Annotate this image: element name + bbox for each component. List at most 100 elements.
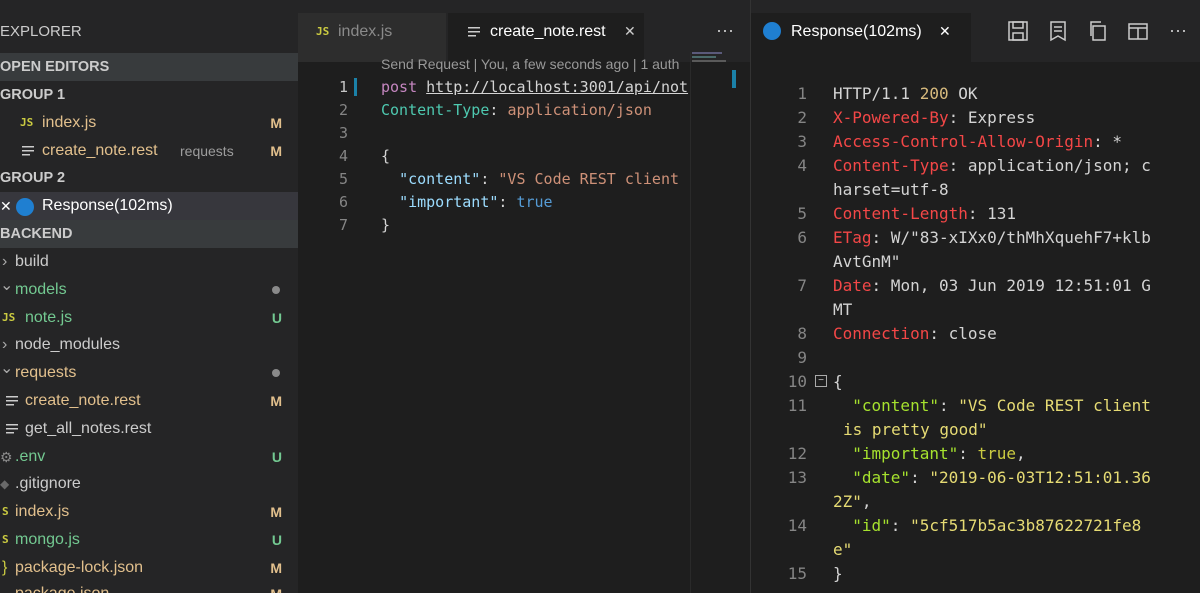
javascript-file-icon: JS — [2, 311, 16, 324]
tree-item-models[interactable]: ⌄ models — [0, 276, 298, 304]
group2-header[interactable]: GROUP 2 — [0, 164, 298, 192]
untracked-badge: U — [271, 449, 282, 465]
header-value: Mon, 03 Jun 2019 12:51:01 G — [881, 276, 1151, 295]
tree-item-mongo-js[interactable]: S mongo.js U — [0, 526, 298, 554]
modified-badge: M — [270, 580, 282, 593]
tab-bar: JS index.js create_note.rest ✕ ··· — [298, 0, 750, 62]
javascript-file-icon: JS — [316, 25, 330, 38]
request-url[interactable]: http://localhost:3001/api/not — [426, 78, 688, 96]
json-boolean: true — [516, 193, 553, 211]
tree-item-label: package-lock.json — [15, 559, 144, 576]
modified-badge: M — [270, 115, 282, 131]
open-editors-label: OPEN EDITORS — [0, 59, 110, 75]
tree-item-label: note.js — [25, 309, 73, 326]
json-string: "VS Code REST client — [498, 170, 680, 188]
tree-item-build[interactable]: › build — [0, 248, 298, 276]
open-editor-index-js[interactable]: JS index.js M — [0, 109, 298, 137]
response-body[interactable]: HTTP/1.1 200 OK X-Powered-By: Express Ac… — [751, 0, 1200, 593]
backend-folder-header[interactable]: BACKEND — [0, 220, 298, 248]
line-number: 5 — [338, 170, 348, 188]
header-value-wrap: AvtGnM" — [833, 252, 901, 271]
open-editor-create-note-rest[interactable]: create_note.rest requests M — [0, 137, 298, 165]
tree-item-index-js[interactable]: S index.js M — [0, 498, 298, 526]
git-modified-gutter — [354, 78, 357, 96]
group2-label: GROUP 2 — [0, 170, 66, 186]
tree-item-package-json[interactable]: package.json M — [0, 580, 298, 593]
header-name: Content-Type — [833, 156, 949, 175]
json-key: "content" — [852, 396, 939, 415]
more-actions-icon[interactable]: ··· — [716, 20, 734, 41]
header-value-wrap: MT — [833, 300, 853, 319]
gear-icon: ⚙ — [0, 449, 13, 465]
tree-item-label: get_all_notes.rest — [25, 420, 152, 437]
close-icon[interactable]: ✕ — [624, 13, 636, 50]
status-text: OK — [948, 84, 978, 103]
line-number: 1 — [338, 78, 348, 96]
json-close-brace: } — [381, 216, 391, 234]
group1-header[interactable]: GROUP 1 — [0, 81, 298, 109]
text-file-icon — [6, 396, 18, 406]
header-value: Express — [958, 108, 1036, 127]
rest-client-icon — [16, 198, 34, 216]
tree-item-package-lock-json[interactable]: } package-lock.json M — [0, 554, 298, 582]
json-key: "important" — [399, 193, 499, 211]
explorer-title: EXPLORER — [0, 23, 82, 40]
tree-item-note-js[interactable]: JS note.js U — [0, 304, 298, 332]
header-value: W/"83-xIXx0/thMhXquehF7+klb — [881, 228, 1151, 247]
editor-group-2-response: Response(102ms) ✕ ··· 1 2 3 4 5 6 7 8 9 … — [750, 0, 1200, 593]
tree-item-label: mongo.js — [15, 531, 80, 548]
status-code: 200 — [919, 84, 949, 103]
open-editors-header[interactable]: OPEN EDITORS — [0, 53, 298, 81]
header-name: Content-Type — [381, 101, 490, 119]
header-value: application/json; c — [958, 156, 1151, 175]
editor-group-1: JS index.js create_note.rest ✕ ··· Send … — [298, 0, 750, 593]
json-file-icon: } — [2, 559, 8, 576]
text-file-icon — [22, 146, 34, 156]
close-icon[interactable]: ✕ — [0, 192, 12, 220]
header-name: Connection — [833, 324, 930, 343]
json-open-brace: { — [833, 372, 843, 391]
tree-item-env[interactable]: ⚙ .env U — [0, 443, 298, 471]
open-editor-label: index.js — [42, 114, 97, 131]
tree-item-get-all-notes-rest[interactable]: get_all_notes.rest — [0, 415, 298, 443]
line-number: 7 — [338, 216, 348, 234]
tab-label: create_note.rest — [490, 23, 606, 40]
header-name: ETag — [833, 228, 872, 247]
explorer-sidebar: EXPLORER OPEN EDITORS GROUP 1 JS index.j… — [0, 0, 298, 593]
codelens-send-request[interactable]: Send Request | You, a few seconds ago | … — [381, 56, 691, 72]
tree-item-node-modules[interactable]: › node_modules — [0, 331, 298, 359]
text-file-icon — [468, 27, 480, 37]
json-open-brace: { — [381, 147, 391, 165]
json-close-brace: } — [833, 564, 843, 583]
header-value-wrap: harset=utf-8 — [833, 180, 949, 199]
line-number: 3 — [338, 124, 348, 142]
open-editor-response[interactable]: ✕ Response(102ms) — [0, 192, 298, 220]
tree-item-label: index.js — [15, 503, 70, 520]
json-boolean: true — [977, 444, 1017, 463]
line-number: 4 — [338, 147, 348, 165]
tree-item-label: .env — [15, 448, 46, 465]
minimap-divider — [690, 52, 691, 593]
javascript-file-icon: S — [2, 505, 9, 518]
modified-badge: M — [270, 560, 282, 576]
text-file-icon — [6, 424, 18, 434]
tab-label: index.js — [338, 23, 393, 40]
json-key: "important" — [852, 444, 959, 463]
untracked-badge: U — [271, 532, 282, 548]
json-string-wrap: e" — [833, 540, 853, 559]
tab-create-note-rest[interactable]: create_note.rest ✕ — [448, 13, 644, 62]
tree-item-label: node_modules — [15, 336, 120, 353]
minimap[interactable] — [692, 52, 732, 68]
json-string: "5cf517b5ac3b87622721fe8 — [910, 516, 1142, 535]
header-name: Access-Control-Allow-Origin — [833, 132, 1094, 151]
json-string-wrap: is pretty good" — [843, 420, 988, 439]
group1-label: GROUP 1 — [0, 87, 66, 103]
json-string: "2019-06-03T12:51:01.36 — [929, 468, 1151, 487]
tree-item-create-note-rest[interactable]: create_note.rest M — [0, 387, 298, 415]
tree-item-requests[interactable]: ⌄ requests — [0, 359, 298, 387]
tab-index-js[interactable]: JS index.js — [298, 13, 446, 62]
tree-item-gitignore[interactable]: ◆ .gitignore — [0, 470, 298, 498]
scrollbar-marker — [732, 70, 736, 88]
header-name: Date — [833, 276, 872, 295]
code-area[interactable]: post http://localhost:3001/api/not Conte… — [381, 78, 691, 248]
